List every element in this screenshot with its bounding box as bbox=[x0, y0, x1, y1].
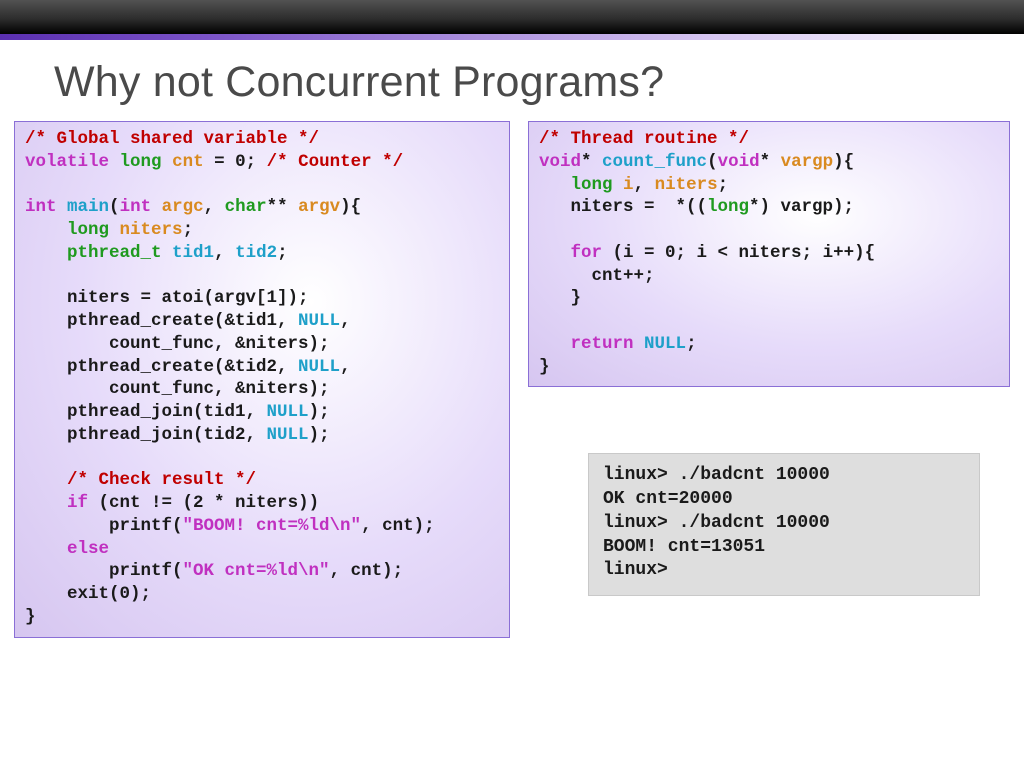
code-token: NULL bbox=[298, 311, 340, 331]
term-line: BOOM! cnt=13051 bbox=[603, 537, 765, 557]
code-main: /* Global shared variable */ volatile lo… bbox=[14, 121, 510, 638]
code-thread: /* Thread routine */ void* count_func(vo… bbox=[528, 121, 1010, 387]
code-token bbox=[25, 539, 67, 559]
code-token bbox=[25, 243, 67, 263]
code-token: niters bbox=[655, 175, 718, 195]
term-line: OK cnt=20000 bbox=[603, 489, 733, 509]
terminal-output: linux> ./badcnt 10000 OK cnt=20000 linux… bbox=[588, 453, 980, 596]
code-token: ){ bbox=[340, 197, 361, 217]
code-token: NULL bbox=[267, 425, 309, 445]
code-token: , bbox=[340, 357, 351, 377]
accent-stripe bbox=[0, 34, 1024, 40]
term-line: linux> ./badcnt 10000 bbox=[603, 465, 830, 485]
code-token: ; bbox=[718, 175, 729, 195]
code-token: int bbox=[25, 197, 57, 217]
code-token: , bbox=[214, 243, 235, 263]
code-token: /* Counter */ bbox=[267, 152, 404, 172]
code-token: argc bbox=[162, 197, 204, 217]
code-line: /* Thread routine */ bbox=[539, 129, 749, 149]
code-token: pthread_join(tid2, bbox=[25, 425, 267, 445]
code-token: pthread_create(&tid1, bbox=[25, 311, 298, 331]
code-line: } bbox=[539, 288, 581, 308]
code-token bbox=[539, 175, 571, 195]
code-token: NULL bbox=[298, 357, 340, 377]
code-token: ** bbox=[267, 197, 299, 217]
code-token: *) vargp); bbox=[749, 197, 854, 217]
code-token bbox=[25, 220, 67, 240]
code-token: long bbox=[67, 220, 109, 240]
code-token: = 0; bbox=[204, 152, 267, 172]
code-token: ; bbox=[183, 220, 194, 240]
code-token: , bbox=[204, 197, 225, 217]
code-token: "OK cnt=%ld\n" bbox=[183, 561, 330, 581]
code-line: } bbox=[25, 607, 36, 627]
code-line: count_func, &niters); bbox=[25, 334, 330, 354]
code-token: volatile bbox=[25, 152, 109, 172]
code-token: "BOOM! cnt=%ld\n" bbox=[183, 516, 362, 536]
code-token: * bbox=[760, 152, 781, 172]
code-line: niters = atoi(argv[1]); bbox=[25, 288, 309, 308]
code-token: tid1 bbox=[172, 243, 214, 263]
code-token bbox=[25, 470, 67, 490]
code-token: long bbox=[707, 197, 749, 217]
code-token: pthread_t bbox=[67, 243, 162, 263]
code-token: ( bbox=[109, 197, 120, 217]
code-token: NULL bbox=[644, 334, 686, 354]
code-token: else bbox=[67, 539, 109, 559]
code-line: count_func, &niters); bbox=[25, 379, 330, 399]
right-column: /* Thread routine */ void* count_func(vo… bbox=[528, 121, 1010, 638]
code-token: * bbox=[581, 152, 602, 172]
code-token: ; bbox=[277, 243, 288, 263]
code-token bbox=[539, 243, 571, 263]
code-token: ); bbox=[309, 402, 330, 422]
code-token: i bbox=[623, 175, 634, 195]
code-token: printf( bbox=[25, 516, 183, 536]
code-token: argv bbox=[298, 197, 340, 217]
code-token: long bbox=[120, 152, 162, 172]
code-token: , bbox=[340, 311, 351, 331]
slide-title: Why not Concurrent Programs? bbox=[54, 58, 1024, 107]
code-token: ; bbox=[686, 334, 697, 354]
code-token: void bbox=[539, 152, 581, 172]
term-line: linux> bbox=[603, 560, 668, 580]
code-token: ){ bbox=[833, 152, 854, 172]
code-line: cnt++; bbox=[539, 266, 655, 286]
code-line: } bbox=[539, 357, 550, 377]
code-token: , cnt); bbox=[330, 561, 404, 581]
code-token: NULL bbox=[267, 402, 309, 422]
code-token: niters = *(( bbox=[539, 197, 707, 217]
code-token: (cnt != (2 * niters)) bbox=[88, 493, 319, 513]
code-token: tid2 bbox=[235, 243, 277, 263]
content-columns: /* Global shared variable */ volatile lo… bbox=[0, 121, 1024, 638]
code-token: pthread_join(tid1, bbox=[25, 402, 267, 422]
code-token: vargp bbox=[781, 152, 834, 172]
code-token: int bbox=[120, 197, 152, 217]
code-token: if bbox=[67, 493, 88, 513]
code-token: void bbox=[718, 152, 760, 172]
code-token: count_func bbox=[602, 152, 707, 172]
code-token: return bbox=[571, 334, 634, 354]
code-token: pthread_create(&tid2, bbox=[25, 357, 298, 377]
code-token: ); bbox=[309, 425, 330, 445]
top-bar bbox=[0, 0, 1024, 34]
code-token bbox=[539, 334, 571, 354]
code-token: /* Check result */ bbox=[67, 470, 256, 490]
code-token: niters bbox=[120, 220, 183, 240]
code-token: char bbox=[225, 197, 267, 217]
code-token: cnt bbox=[172, 152, 204, 172]
term-line: linux> ./badcnt 10000 bbox=[603, 513, 830, 533]
code-token: long bbox=[571, 175, 613, 195]
code-line: /* Global shared variable */ bbox=[25, 129, 319, 149]
code-token: (i = 0; i < niters; i++){ bbox=[602, 243, 875, 263]
code-token: for bbox=[571, 243, 603, 263]
code-token: , bbox=[634, 175, 655, 195]
code-token: printf( bbox=[25, 561, 183, 581]
code-line: exit(0); bbox=[25, 584, 151, 604]
code-token bbox=[25, 493, 67, 513]
code-token: ( bbox=[707, 152, 718, 172]
code-token: , cnt); bbox=[361, 516, 435, 536]
code-token: main bbox=[67, 197, 109, 217]
